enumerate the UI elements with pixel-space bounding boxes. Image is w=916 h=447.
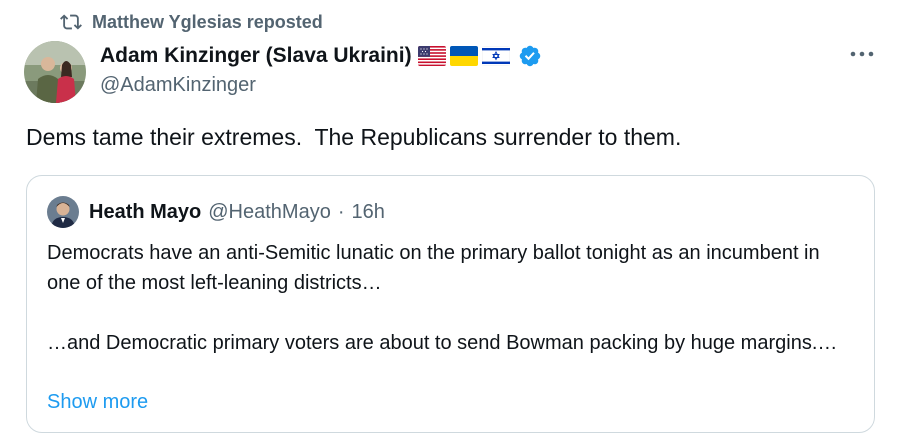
author-handle[interactable]: @AdamKinzinger (100, 74, 256, 97)
quote-body: Democrats have an anti-Semitic lunatic o… (47, 238, 857, 358)
author-name[interactable]: Adam Kinzinger (Slava Ukraini) (100, 44, 412, 68)
ukraine-flag-icon (449, 46, 478, 66)
show-more-link[interactable]: Show more (47, 387, 148, 417)
quote-separator: · (337, 200, 345, 223)
quote-author-name[interactable]: Heath Mayo (89, 201, 201, 224)
quote-paragraph: …and Democratic primary voters are about… (47, 332, 838, 354)
quote-avatar[interactable] (47, 196, 79, 228)
repost-icon (60, 14, 82, 30)
avatar[interactable] (24, 41, 86, 103)
verified-badge-icon[interactable] (518, 44, 542, 68)
israel-flag-icon (481, 46, 510, 66)
quote-paragraph: Democrats have an anti-Semitic lunatic o… (47, 242, 820, 294)
us-flag-icon (417, 46, 446, 66)
quote-timestamp[interactable]: 16h (352, 201, 385, 224)
quote-header: Heath Mayo @HeathMayo · 16h (89, 198, 385, 226)
tweet-text: Dems tame their extremes. The Republican… (26, 124, 682, 150)
repost-label[interactable]: Matthew Yglesias reposted (92, 12, 323, 33)
repost-header[interactable]: Matthew Yglesias reposted (60, 10, 323, 34)
author-row[interactable]: Adam Kinzinger (Slava Ukraini) (100, 41, 542, 71)
quote-author-handle[interactable]: @HeathMayo (208, 201, 331, 224)
quoted-tweet[interactable]: Heath Mayo @HeathMayo · 16h Democrats ha… (26, 175, 875, 433)
flag-group (417, 46, 510, 66)
more-icon[interactable] (848, 44, 876, 64)
